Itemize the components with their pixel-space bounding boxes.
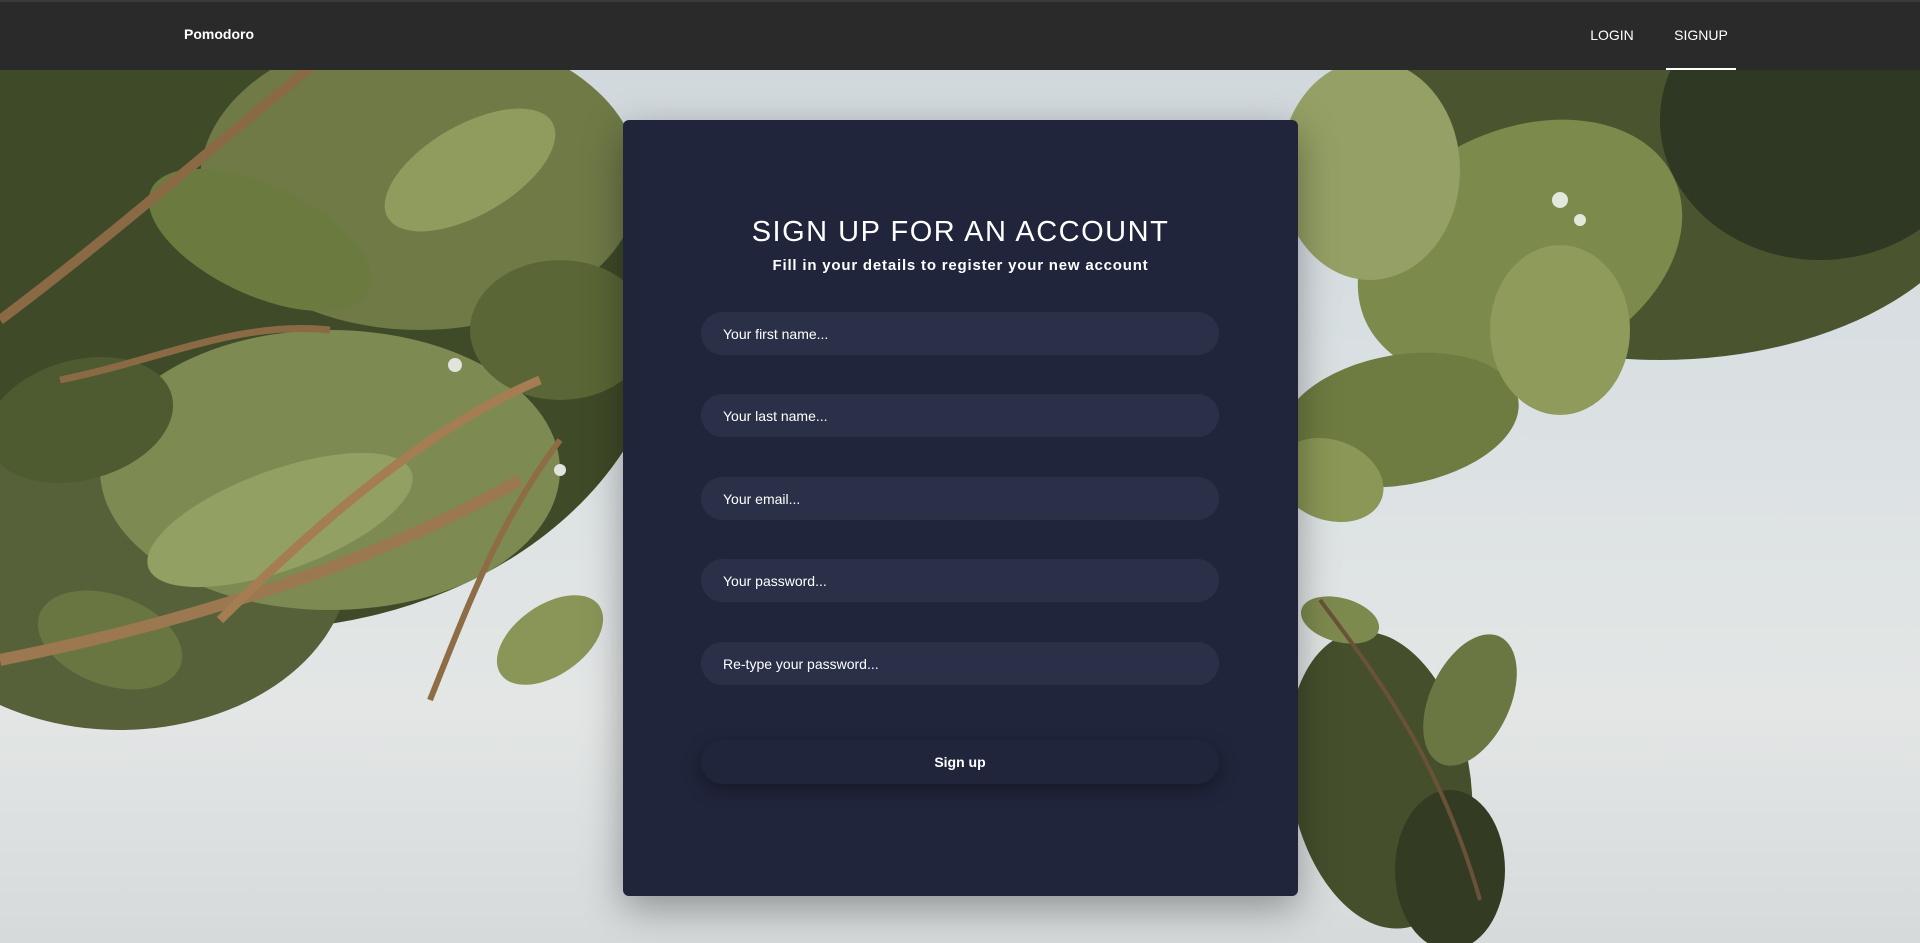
top-navbar: Pomodoro LOGIN SIGNUP [0, 0, 1920, 70]
nav-signup-link[interactable]: SIGNUP [1666, 2, 1736, 70]
last-name-input[interactable] [701, 394, 1219, 437]
signup-subtitle: Fill in your details to register your ne… [772, 257, 1149, 274]
first-name-input[interactable] [701, 312, 1219, 355]
confirm-password-input[interactable] [701, 642, 1219, 685]
email-input[interactable] [701, 477, 1219, 520]
signup-card: SIGN UP FOR AN ACCOUNT Fill in your deta… [623, 120, 1298, 896]
password-input[interactable] [701, 559, 1219, 602]
signup-title: SIGN UP FOR AN ACCOUNT [751, 216, 1170, 248]
brand-logo-link[interactable]: Pomodoro [184, 26, 254, 42]
nav-login-link[interactable]: LOGIN [1580, 2, 1644, 70]
signup-submit-button[interactable]: Sign up [701, 740, 1219, 784]
